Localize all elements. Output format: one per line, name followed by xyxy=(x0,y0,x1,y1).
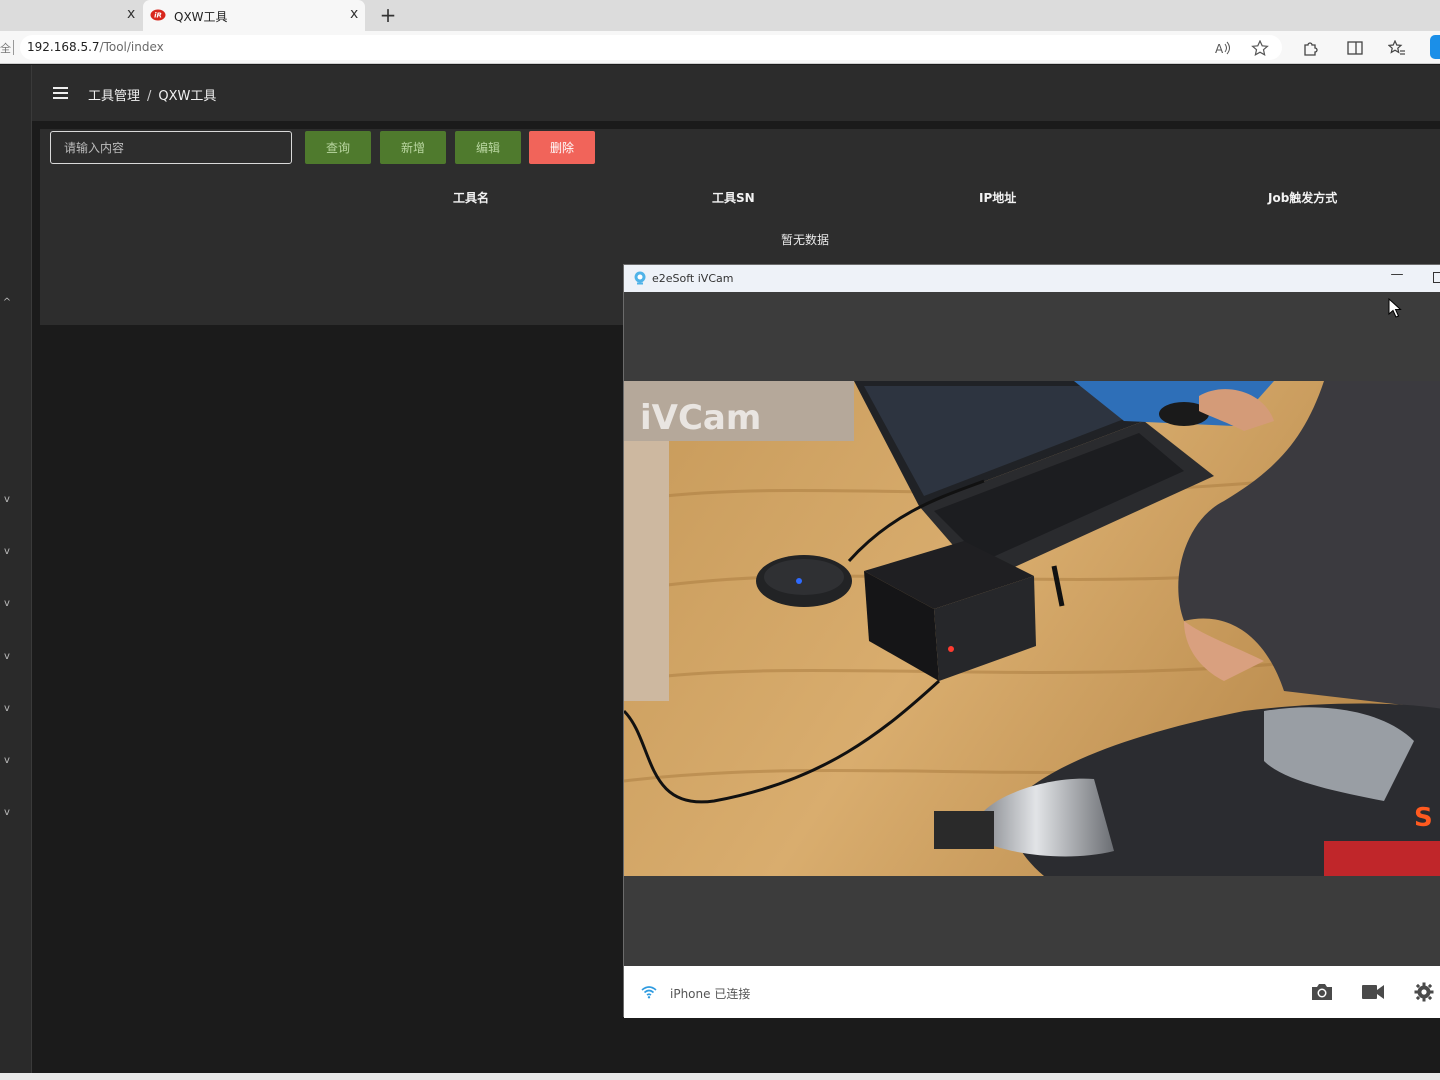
ivcam-watermark: iVCam xyxy=(640,398,761,438)
settings-gear-icon[interactable] xyxy=(1412,982,1436,1002)
svg-text:A: A xyxy=(1215,42,1224,56)
ivcam-logo-icon xyxy=(634,271,646,285)
site-info-label[interactable]: 全 xyxy=(0,40,11,56)
chevron-down-icon[interactable]: v xyxy=(2,807,12,818)
split-screen-icon[interactable] xyxy=(1346,40,1364,56)
app-header: 工具管理 / QXW工具 xyxy=(32,65,1440,121)
browser-tab-previous[interactable]: x xyxy=(0,0,143,31)
chevron-down-icon[interactable]: v xyxy=(2,494,12,505)
mouse-cursor-icon xyxy=(1388,298,1402,318)
chevron-up-icon[interactable]: ^ xyxy=(2,297,12,308)
tab-close-icon[interactable]: x xyxy=(350,6,358,22)
ivcam-titlebar[interactable]: e2eSoft iVCam — xyxy=(624,265,1440,292)
taskbar-edge xyxy=(0,1073,1440,1080)
edge-copilot-icon[interactable] xyxy=(1430,35,1440,59)
chevron-down-icon[interactable]: v xyxy=(2,546,12,557)
wifi-icon xyxy=(641,986,657,999)
svg-text:S: S xyxy=(1414,803,1433,833)
camera-preview: S iVCam xyxy=(624,381,1440,876)
column-header-tool-name[interactable]: 工具名 xyxy=(453,189,489,206)
search-input[interactable] xyxy=(50,131,292,164)
browser-tab-active[interactable]: iR QXW工具 x xyxy=(143,0,365,31)
chevron-down-icon[interactable]: v xyxy=(2,703,12,714)
url-path: /Tool/index xyxy=(99,40,164,54)
column-header-tool-sn[interactable]: 工具SN xyxy=(712,189,755,206)
column-header-job-trigger[interactable]: Job触发方式 xyxy=(1268,189,1337,206)
camera-snapshot-icon[interactable] xyxy=(1310,982,1334,1002)
connection-status: iPhone 已连接 xyxy=(670,987,751,1001)
breadcrumb-current: QXW工具 xyxy=(158,89,217,104)
menu-toggle-icon[interactable] xyxy=(53,87,68,99)
query-button[interactable]: 查询 xyxy=(305,131,371,164)
chevron-down-icon[interactable]: v xyxy=(2,755,12,766)
address-divider xyxy=(13,40,14,55)
svg-text:iR: iR xyxy=(154,12,162,20)
table-empty-text: 暂无数据 xyxy=(781,233,830,247)
column-header-ip-address[interactable]: IP地址 xyxy=(979,189,1016,206)
tab-close-icon[interactable]: x xyxy=(127,6,135,22)
edit-button[interactable]: 编辑 xyxy=(455,131,521,164)
minimize-button[interactable]: — xyxy=(1390,267,1404,282)
breadcrumb-separator: / xyxy=(147,89,152,104)
ivcam-window: e2eSoft iVCam — S iVCam iPhone 已连接 xyxy=(623,264,1440,1018)
delete-button[interactable]: 删除 xyxy=(529,131,595,164)
breadcrumb-parent[interactable]: 工具管理 xyxy=(88,89,140,104)
ivcam-statusbar: iPhone 已连接 xyxy=(624,966,1440,1018)
url-field[interactable]: 192.168.5.7/Tool/index xyxy=(20,35,1282,60)
chevron-down-icon[interactable]: v xyxy=(2,598,12,609)
camera-frame-image: S iVCam xyxy=(624,381,1440,876)
ir-brand-icon: iR xyxy=(150,9,166,21)
read-aloud-icon[interactable]: A xyxy=(1214,40,1232,56)
url-host: 192.168.5.7 xyxy=(27,40,100,54)
add-button[interactable]: 新增 xyxy=(380,131,446,164)
url-text: 192.168.5.7/Tool/index xyxy=(27,40,164,54)
video-record-icon[interactable] xyxy=(1361,982,1385,1002)
ivcam-window-title: e2eSoft iVCam xyxy=(652,272,734,285)
new-tab-button[interactable]: + xyxy=(378,3,398,27)
browser-tab-bar: x iR QXW工具 x + xyxy=(0,0,1440,31)
favorite-star-icon[interactable] xyxy=(1251,40,1269,56)
breadcrumb: 工具管理 / QXW工具 xyxy=(88,85,216,104)
sidebar-collapsed: ^ v v v v v v v xyxy=(0,65,32,1073)
extensions-icon[interactable] xyxy=(1301,40,1319,56)
favorites-icon[interactable] xyxy=(1388,40,1406,56)
maximize-button[interactable] xyxy=(1433,272,1440,283)
tab-title: QXW工具 xyxy=(174,10,228,24)
chevron-down-icon[interactable]: v xyxy=(2,651,12,662)
